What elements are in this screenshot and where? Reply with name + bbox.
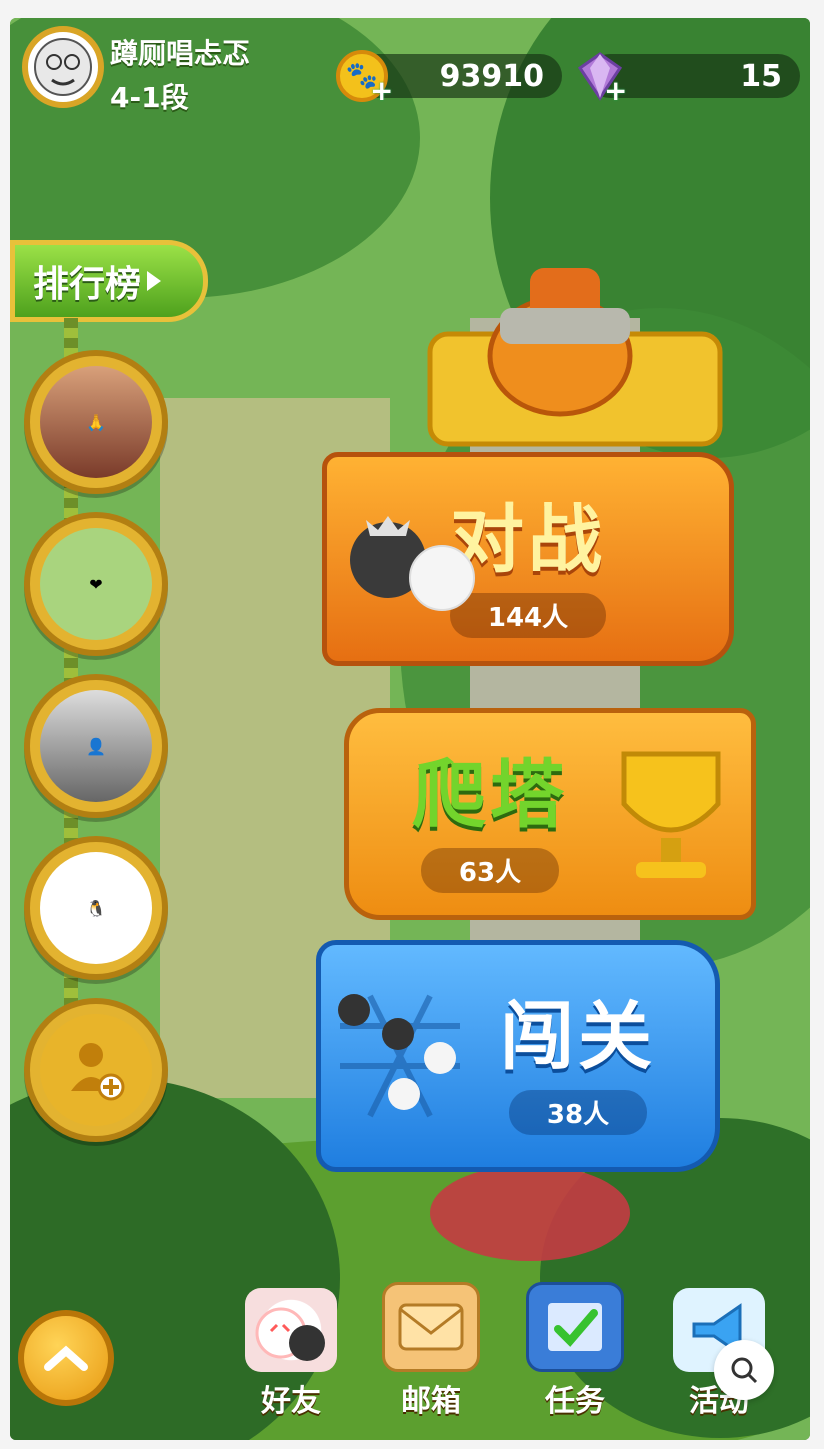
player-avatar[interactable] bbox=[22, 26, 104, 108]
nav-label-tasks: 任务 bbox=[545, 1384, 605, 1419]
friend-avatar-3[interactable]: 👤 bbox=[24, 674, 168, 818]
penguin-icon: 🐧 bbox=[40, 852, 152, 964]
tower-mode-title: 爬塔 bbox=[412, 752, 568, 838]
coin-value: 93910 bbox=[439, 58, 544, 94]
praying-hands-icon: 🙏 bbox=[40, 366, 152, 478]
stage-mode-count: 38人 bbox=[508, 1090, 648, 1135]
tower-mode-count: 63人 bbox=[420, 848, 560, 893]
nav-item-mail[interactable]: 邮箱 bbox=[376, 1282, 486, 1420]
mail-icon bbox=[382, 1282, 480, 1372]
leaderboard-label: 排行榜 bbox=[33, 264, 142, 305]
friend-avatar-1[interactable]: 🙏 bbox=[24, 350, 168, 494]
add-gems-button[interactable]: + bbox=[604, 74, 627, 107]
bear-chick-icon bbox=[350, 516, 475, 611]
friend-avatar-4[interactable]: 🐧 bbox=[24, 836, 168, 980]
zoom-button[interactable] bbox=[714, 1340, 774, 1400]
friends-icon bbox=[245, 1288, 337, 1372]
game-screen: 蹲厕唱忐忑 4-1段 🐾 + 93910 + 15 排行榜 🙏 ❤ 👤 🐧 对战… bbox=[10, 18, 810, 1440]
nav-item-tasks[interactable]: 任务 bbox=[520, 1282, 630, 1420]
magnifier-icon bbox=[731, 1357, 758, 1384]
bottom-nav: 好友 邮箱 任务 活动 bbox=[10, 1282, 810, 1440]
leaderboard-button[interactable]: 排行榜 bbox=[10, 240, 208, 322]
nav-label-friends: 好友 bbox=[261, 1384, 321, 1419]
vs-trophy-icon bbox=[621, 751, 721, 878]
gem-value: 15 bbox=[740, 58, 782, 94]
play-arrow-icon bbox=[147, 271, 162, 291]
nav-label-mail: 邮箱 bbox=[401, 1384, 461, 1419]
add-coins-button[interactable]: + bbox=[370, 74, 393, 107]
add-friend-button[interactable] bbox=[24, 998, 168, 1142]
stage-mode-title: 闯关 bbox=[500, 994, 656, 1080]
chevron-up-icon bbox=[44, 1345, 88, 1371]
cartoon-girl-icon: ❤ bbox=[40, 528, 152, 640]
player-avatar-face bbox=[34, 38, 92, 96]
gem-counter: + 15 bbox=[577, 52, 800, 107]
friend-avatar-2[interactable]: ❤ bbox=[24, 512, 168, 656]
coin-counter: 🐾 + 93910 bbox=[336, 50, 562, 107]
player-level: 4-1段 bbox=[110, 81, 189, 114]
expand-button[interactable] bbox=[18, 1310, 114, 1406]
totem-icon bbox=[427, 268, 723, 447]
bear-chick-grid-icon bbox=[338, 994, 460, 1118]
tasks-icon bbox=[526, 1282, 624, 1372]
player-name: 蹲厕唱忐忑 bbox=[110, 37, 251, 70]
add-person-icon bbox=[40, 1014, 152, 1126]
photo-avatar-icon: 👤 bbox=[40, 690, 152, 802]
nav-item-friends[interactable]: 好友 bbox=[236, 1288, 346, 1420]
